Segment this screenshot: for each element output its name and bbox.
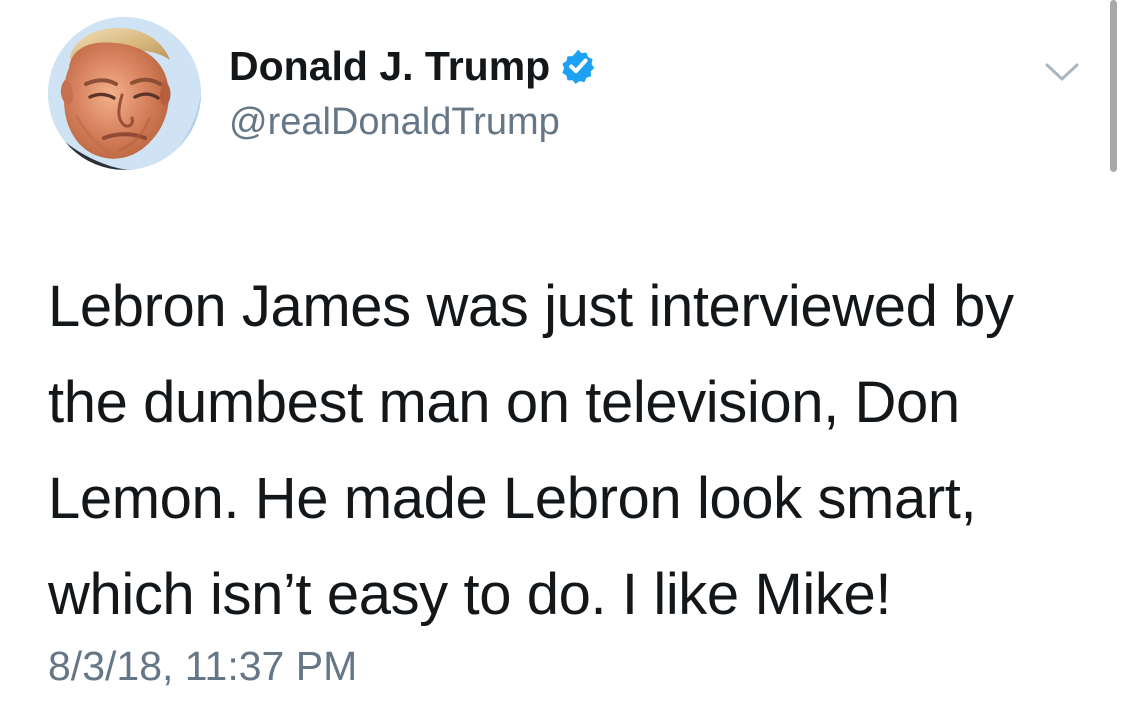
avatar-portrait-icon xyxy=(48,17,201,170)
author-name-row[interactable]: Donald J. Trump xyxy=(229,42,596,90)
display-name[interactable]: Donald J. Trump xyxy=(229,42,550,90)
profile-avatar[interactable] xyxy=(48,17,201,170)
tweet-text: Lebron James was just interviewed by the… xyxy=(48,259,1084,643)
tweet-text-line: the dumbest man on television, Don xyxy=(48,370,960,435)
tweet-timestamp[interactable]: 8/3/18, 11:37 PM xyxy=(48,642,357,690)
username-handle[interactable]: @realDonaldTrump xyxy=(229,98,560,146)
tweet-text-line: which isn’t easy to do. I like Mike! xyxy=(48,562,892,627)
tweet-card: Donald J. Trump @realDonaldTrump Lebron … xyxy=(0,0,1124,716)
tweet-text-line: Lebron James was just interviewed by xyxy=(48,274,1014,339)
tweet-menu-chevron-icon[interactable] xyxy=(1041,56,1083,86)
vertical-scrollbar[interactable] xyxy=(1110,0,1117,172)
verified-badge-icon xyxy=(560,48,596,84)
tweet-text-line: Lemon. He made Lebron look smart, xyxy=(48,466,977,531)
